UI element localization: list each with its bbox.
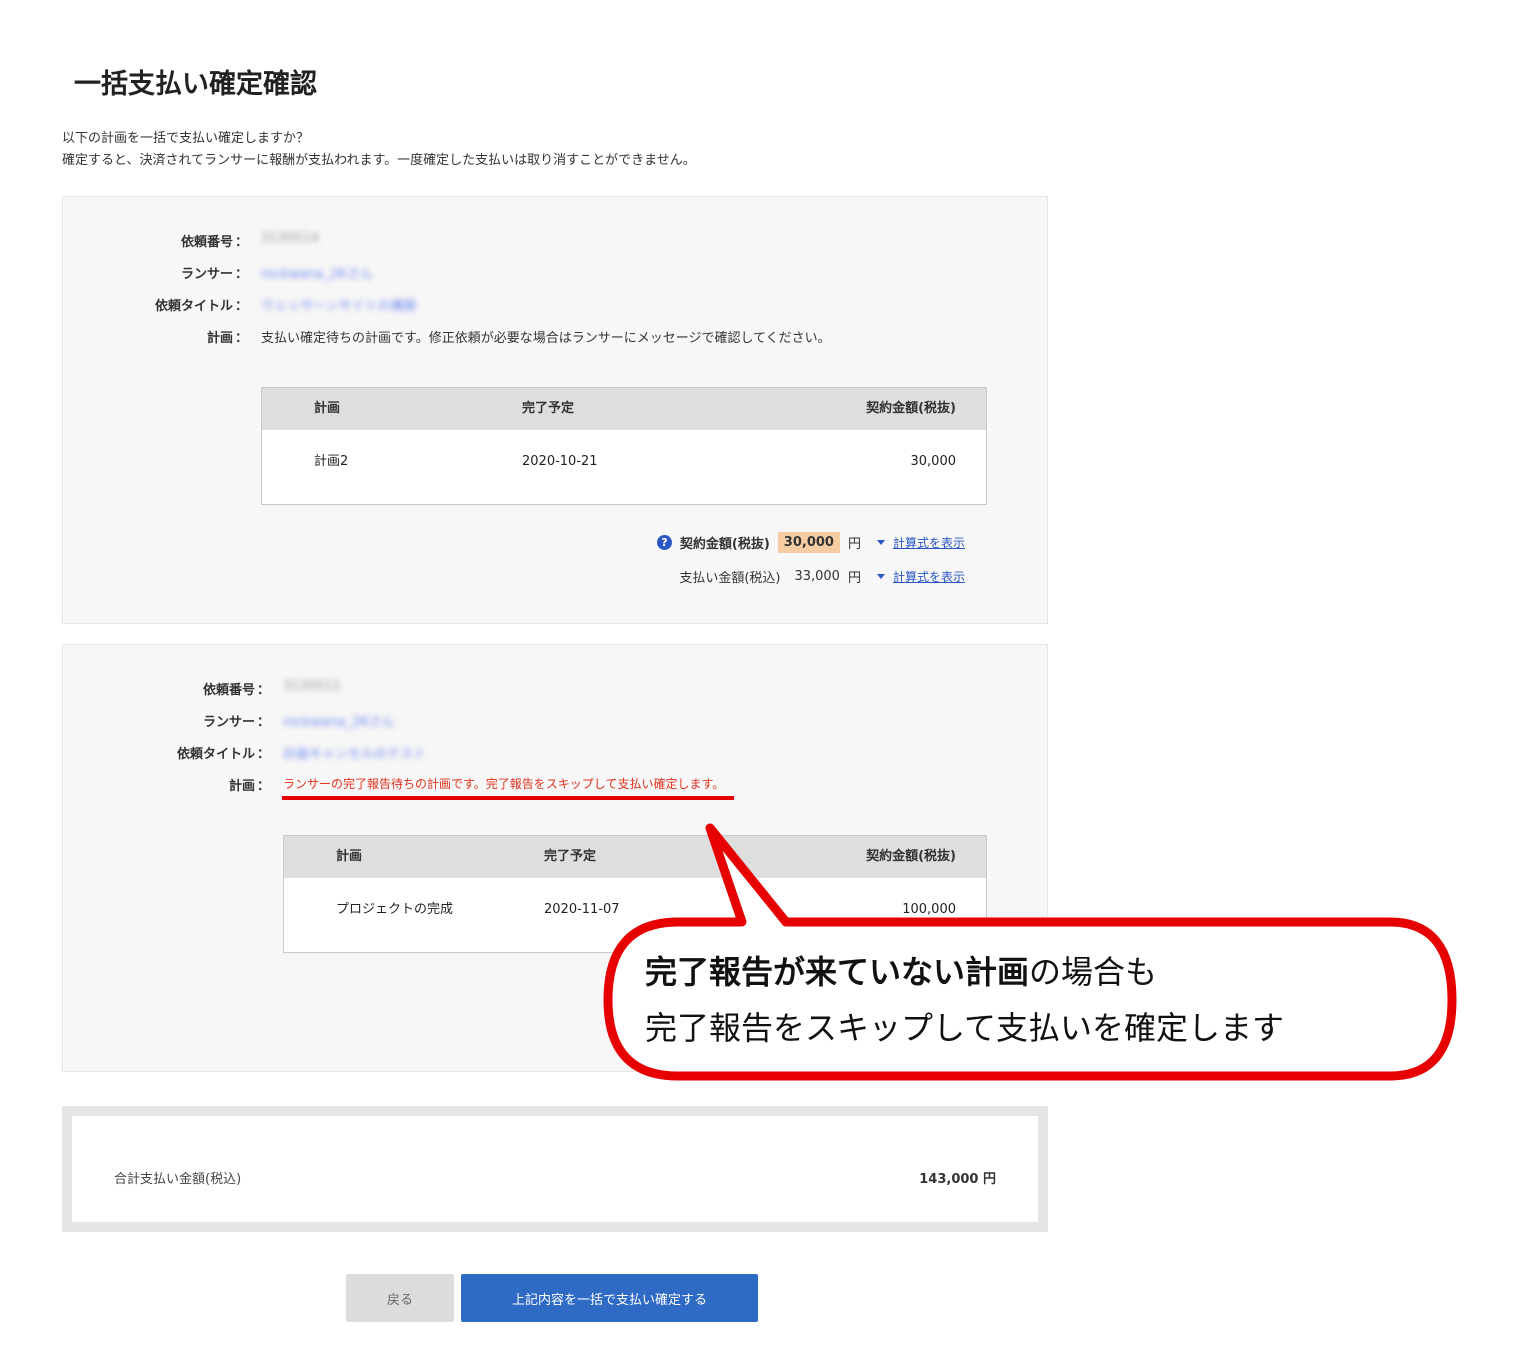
show-formula-link[interactable]: 計算式を表示 bbox=[893, 568, 965, 585]
yen-unit: 円 bbox=[847, 570, 861, 586]
lancer-link[interactable]: rockwana_2Kさん bbox=[283, 711, 395, 730]
table-row: 計画2 2020-10-21 30,000 bbox=[262, 430, 986, 504]
field-label: 依頼番号 bbox=[202, 683, 255, 698]
field-colon: ： bbox=[235, 331, 249, 346]
contract-amount-label: 契約金額(税抜) bbox=[679, 536, 770, 552]
total-inner: 合計支払い金額(税込) 143,000 円 bbox=[72, 1116, 1038, 1222]
back-button[interactable]: 戻る bbox=[346, 1274, 454, 1322]
request-no-value: 3130511 bbox=[283, 679, 341, 694]
callout-text: 完了報告が来ていない計画の場合も 完了報告をスキップして支払いを確定します bbox=[645, 944, 1284, 1056]
request-title-link[interactable]: 計画キャンセルのテスト bbox=[283, 743, 426, 762]
field-colon: ： bbox=[257, 779, 271, 794]
plan-note: 支払い確定待ちの計画です。修正依頼が必要な場合はランサーにメッセージで確認してく… bbox=[261, 331, 831, 346]
field-colon: ： bbox=[235, 267, 249, 282]
intro-line-1: 以下の計画を一括で支払い確定しますか？ bbox=[62, 131, 310, 146]
triangle-down-icon bbox=[876, 539, 885, 545]
payment-amount-label: 支払い金額(税込) bbox=[679, 570, 781, 586]
warning-underline bbox=[282, 796, 734, 800]
request-title-link[interactable]: ウェッサーンサイトの構築 bbox=[261, 295, 416, 314]
total-label: 合計支払い金額(税込) bbox=[114, 1172, 242, 1187]
contract-amount-row: ? 契約金額(税抜) 30,000 円 計算式を表示 bbox=[656, 529, 965, 555]
field-colon: ： bbox=[257, 683, 271, 698]
page-title: 一括支払い確定確認 bbox=[74, 69, 317, 100]
row-amount: 30,000 bbox=[910, 454, 957, 469]
total-value: 143,000 円 bbox=[919, 1172, 996, 1187]
field-colon: ： bbox=[257, 715, 271, 730]
field-label: 計画 bbox=[228, 779, 255, 794]
lancer-link[interactable]: rockwana_2Kさん bbox=[261, 263, 373, 282]
header-plan: 計画 bbox=[314, 401, 341, 416]
field-label: ランサー bbox=[202, 715, 255, 730]
row-plan: 計画2 bbox=[314, 454, 349, 469]
help-circle-icon[interactable]: ? bbox=[656, 534, 672, 550]
payment-amount-row: 支払い金額(税込) 33,000 円 計算式を表示 bbox=[679, 563, 965, 589]
field-label: 依頼番号 bbox=[180, 235, 233, 250]
plan-warning-note: ランサーの完了報告待ちの計画です。完了報告をスキップして支払い確定します。 bbox=[283, 777, 725, 791]
row-due: 2020-10-21 bbox=[522, 454, 598, 469]
header-amount: 契約金額(税抜) bbox=[866, 401, 956, 416]
field-label: 計画 bbox=[206, 331, 233, 346]
header-plan: 計画 bbox=[336, 849, 363, 864]
field-label: ランサー bbox=[180, 267, 233, 282]
header-due: 完了予定 bbox=[522, 401, 575, 416]
field-label: 依頼タイトル bbox=[176, 747, 255, 762]
table-header: 計画 完了予定 契約金額(税抜) bbox=[262, 388, 986, 430]
total-box: 合計支払い金額(税込) 143,000 円 bbox=[62, 1106, 1048, 1232]
field-colon: ： bbox=[235, 235, 249, 250]
show-formula-link[interactable]: 計算式を表示 bbox=[893, 534, 965, 551]
intro-text: 以下の計画を一括で支払い確定しますか？ 確定すると、決済されてランサーに報酬が支… bbox=[62, 128, 696, 172]
request-no-value: 3130514 bbox=[261, 231, 319, 246]
yen-unit: 円 bbox=[847, 536, 861, 552]
contract-amount-value: 30,000 bbox=[777, 531, 840, 553]
confirm-payment-button[interactable]: 上記内容を一括で支払い確定する bbox=[461, 1274, 758, 1322]
request-card-1: 依頼番号 ： 3130514 ランサー ： rockwana_2Kさん 依頼タイ… bbox=[62, 196, 1048, 624]
callout-line-2: 完了報告をスキップして支払いを確定します bbox=[645, 1009, 1285, 1047]
triangle-down-icon bbox=[876, 573, 885, 579]
field-colon: ： bbox=[235, 299, 249, 314]
intro-line-2: 確定すると、決済されてランサーに報酬が支払われます。一度確定した支払いは取り消す… bbox=[62, 153, 696, 168]
header-due: 完了予定 bbox=[544, 849, 597, 864]
field-label: 依頼タイトル bbox=[154, 299, 233, 314]
callout-strong: 完了報告が来ていない計画 bbox=[645, 953, 1030, 991]
field-colon: ： bbox=[257, 747, 271, 762]
plan-table: 計画 完了予定 契約金額(税抜) 計画2 2020-10-21 30,000 bbox=[261, 387, 987, 505]
callout-rest: の場合も bbox=[1029, 953, 1158, 991]
row-plan: プロジェクトの完成 bbox=[336, 902, 454, 917]
callout-line-1: 完了報告が来ていない計画の場合も bbox=[645, 944, 1284, 1000]
payment-amount-value: 33,000 bbox=[794, 568, 840, 584]
